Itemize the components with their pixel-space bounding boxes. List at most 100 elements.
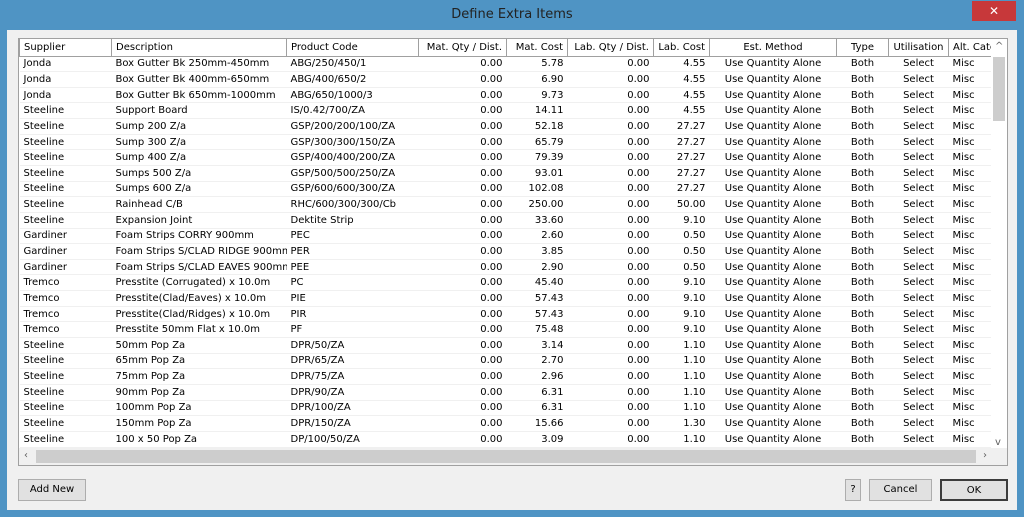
table-cell: 0.00 — [567, 56, 654, 73]
table-cell: PF — [286, 321, 419, 339]
table-cell: Both — [836, 353, 889, 370]
table-row[interactable]: Steeline Expansion Joint Dektite Strip 0.00… — [19, 212, 994, 229]
column-header[interactable]: Supplier — [19, 39, 112, 57]
table-cell: 0.00 — [418, 71, 507, 88]
table-cell: Steeline — [19, 384, 112, 401]
table-row[interactable]: Jonda Box Gutter Bk 250mm-450mm ABG/250/45… — [19, 56, 994, 73]
scroll-right-icon[interactable]: › — [983, 450, 987, 461]
table-cell: 0.00 — [418, 290, 507, 307]
table-cell: Support Board — [111, 102, 287, 120]
horizontal-scroll-thumb[interactable] — [36, 450, 976, 463]
table-row[interactable]: Gardiner Foam Strips S/CLAD EAVES 900mm PE… — [19, 259, 994, 276]
vertical-scrollbar[interactable]: ^ v — [991, 39, 1007, 450]
table-cell: Use Quantity Alone — [709, 321, 837, 339]
table-cell: Use Quantity Alone — [709, 337, 837, 354]
scroll-left-icon[interactable]: ‹ — [24, 450, 28, 461]
table-cell: 6.90 — [506, 71, 568, 88]
table-cell: 1.10 — [653, 353, 710, 370]
table-cell: 3.09 — [506, 431, 568, 448]
table-row[interactable]: Steeline 50mm Pop Za DPR/50/ZA 0.00 3.14 0.00… — [19, 337, 994, 354]
table-row[interactable]: Steeline Sump 300 Z/a GSP/300/300/150/ZA 0.… — [19, 134, 994, 151]
table-row[interactable]: Tremco Presstite 50mm Flat x 10.0m PF 0.00 7… — [19, 321, 994, 339]
table-row[interactable]: Steeline 65mm Pop Za DPR/65/ZA 0.00 2.70 0.00… — [19, 353, 994, 370]
ok-button[interactable]: OK — [940, 479, 1008, 501]
table-row[interactable]: Tremco Presstite (Corrugated) x 10.0m PC 0.… — [19, 274, 994, 292]
help-button[interactable]: ? — [845, 479, 861, 501]
table-row[interactable]: Steeline Rainhead C/B RHC/600/300/300/Cb 0.… — [19, 196, 994, 213]
table-cell: DPR/65/ZA — [286, 353, 419, 370]
table-cell: Foam Strips S/CLAD RIDGE 900mm — [111, 243, 287, 260]
column-header[interactable]: Est. Method — [709, 39, 837, 57]
table-cell: Select — [888, 196, 949, 213]
column-header[interactable]: Lab. Cost — [653, 39, 710, 57]
table-row[interactable]: Tremco Presstite(Clad/Ridges) x 10.0m PIR 0… — [19, 306, 994, 323]
scroll-up-icon[interactable]: ^ — [995, 41, 1003, 52]
table-row[interactable]: Steeline 100mm Pop Za DPR/100/ZA 0.00 6.31 0.… — [19, 400, 994, 417]
table-cell: 1.10 — [653, 368, 710, 385]
table-row[interactable]: Jonda Box Gutter Bk 400mm-650mm ABG/400/65… — [19, 71, 994, 88]
table-cell: Both — [836, 56, 889, 73]
table-cell: 0.00 — [567, 306, 654, 323]
close-button[interactable]: ✕ — [972, 1, 1016, 21]
table-row[interactable]: Tremco Presstite(Clad/Eaves) x 10.0m PIE 0.… — [19, 290, 994, 307]
table-row[interactable]: Steeline 100 x 50 Pop Za DP/100/50/ZA 0.00 3… — [19, 431, 994, 448]
column-header[interactable]: Type — [836, 39, 889, 57]
table-cell: 0.00 — [418, 56, 507, 73]
table-row[interactable]: Steeline Sump 200 Z/a GSP/200/200/100/ZA 0.… — [19, 118, 994, 135]
table-cell: 0.00 — [567, 321, 654, 339]
table-row[interactable]: Steeline 150mm Pop Za DPR/150/ZA 0.00 15.66 0… — [19, 415, 994, 432]
table-cell: Misc — [948, 71, 994, 88]
table-cell: Select — [888, 243, 949, 260]
table-cell: Select — [888, 134, 949, 151]
column-header[interactable]: Utilisation — [888, 39, 949, 57]
table-cell: Select — [888, 71, 949, 88]
table-cell: Misc — [948, 353, 994, 370]
horizontal-scrollbar[interactable]: ‹ › — [19, 448, 1007, 465]
column-header[interactable]: Mat. Cost — [506, 39, 568, 57]
vertical-scroll-thumb[interactable] — [993, 57, 1005, 121]
table-cell: Both — [836, 274, 889, 292]
cancel-button[interactable]: Cancel — [869, 479, 932, 501]
table-cell: Jonda — [19, 87, 112, 104]
table-cell: 0.00 — [418, 181, 507, 198]
table-cell: 4.55 — [653, 56, 710, 73]
table-row[interactable]: Gardiner Foam Strips CORRY 900mm PEC 0.00 2.… — [19, 228, 994, 245]
scroll-down-icon[interactable]: v — [995, 437, 1001, 448]
table-row[interactable]: Steeline Sumps 600 Z/a GSP/600/600/300/ZA 0… — [19, 181, 994, 198]
title-bar: Define Extra Items ✕ — [0, 0, 1024, 30]
column-header[interactable]: Description — [111, 39, 287, 57]
table-cell: 0.00 — [418, 274, 507, 292]
column-header[interactable]: Mat. Qty / Dist. — [418, 39, 507, 57]
table-cell: Box Gutter Bk 650mm-1000mm — [111, 87, 287, 104]
extra-items-grid[interactable]: Supplier Description Product Code Mat. Qty … — [18, 38, 1008, 466]
column-header[interactable]: Lab. Qty / Dist. — [567, 39, 654, 57]
table-cell: Both — [836, 384, 889, 401]
table-cell: Select — [888, 384, 949, 401]
add-new-button[interactable]: Add New — [18, 479, 86, 501]
table-cell: Select — [888, 181, 949, 198]
table-row[interactable]: Steeline Sumps 500 Z/a GSP/500/500/250/ZA 0… — [19, 165, 994, 182]
column-header[interactable]: Alt. Cate — [948, 39, 994, 57]
table-cell: 57.43 — [506, 290, 568, 307]
table-cell: 0.00 — [567, 87, 654, 104]
table-cell: 4.55 — [653, 71, 710, 88]
table-row[interactable]: Steeline 90mm Pop Za DPR/90/ZA 0.00 6.31 0.00… — [19, 384, 994, 401]
table-cell: Use Quantity Alone — [709, 368, 837, 385]
table-cell: Select — [888, 228, 949, 245]
table-cell: 0.00 — [567, 134, 654, 151]
table-cell: 65mm Pop Za — [111, 353, 287, 370]
table-cell: 2.96 — [506, 368, 568, 385]
table-row[interactable]: Jonda Box Gutter Bk 650mm-1000mm ABG/650/1… — [19, 87, 994, 104]
table-row[interactable]: Steeline Support Board IS/0.42/700/ZA 0.00 1… — [19, 102, 994, 120]
column-header[interactable]: Product Code — [286, 39, 419, 57]
table-cell: Both — [836, 431, 889, 448]
table-cell: 57.43 — [506, 306, 568, 323]
table-cell: Misc — [948, 134, 994, 151]
table-cell: Select — [888, 368, 949, 385]
table-row[interactable]: Gardiner Foam Strips S/CLAD RIDGE 900mm PE… — [19, 243, 994, 260]
table-row[interactable]: Steeline Sump 400 Z/a GSP/400/400/200/ZA 0.… — [19, 149, 994, 166]
table-cell: 0.00 — [418, 102, 507, 120]
table-cell: RHC/600/300/300/Cb — [286, 196, 419, 213]
table-cell: Both — [836, 102, 889, 120]
table-row[interactable]: Steeline 75mm Pop Za DPR/75/ZA 0.00 2.96 0.00… — [19, 368, 994, 385]
